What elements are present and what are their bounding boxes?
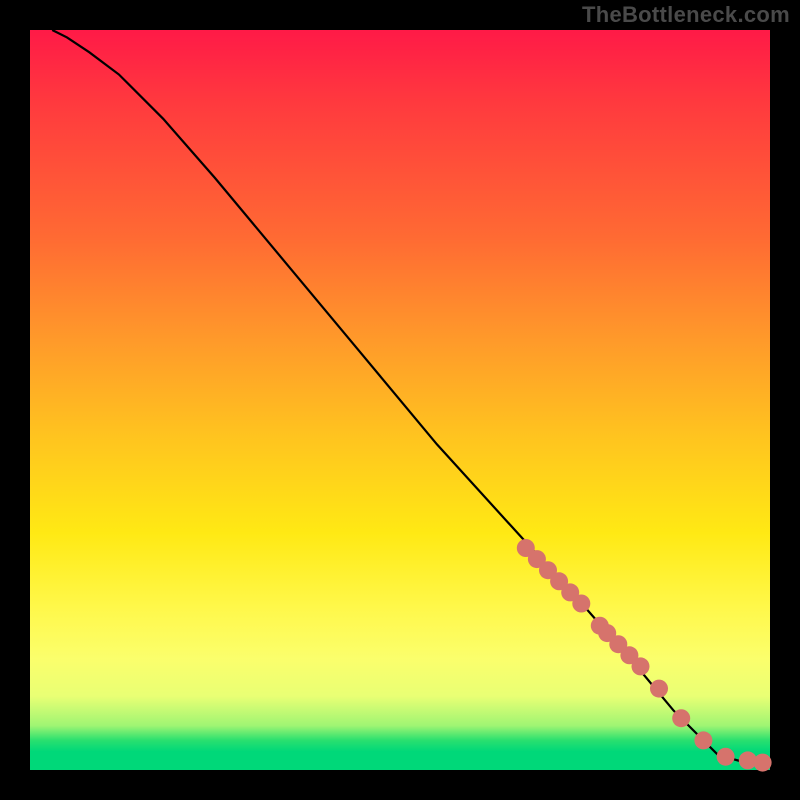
marker-point [694,731,712,749]
curve-svg [30,30,770,770]
marker-point [572,595,590,613]
chart-frame: TheBottleneck.com [0,0,800,800]
marker-point [632,657,650,675]
bottleneck-curve [52,30,762,763]
marker-point [717,748,735,766]
watermark-text: TheBottleneck.com [582,2,790,28]
marker-point [672,709,690,727]
marker-point [754,754,772,772]
marker-point [650,680,668,698]
plot-area [30,30,770,770]
highlight-markers [517,539,772,772]
